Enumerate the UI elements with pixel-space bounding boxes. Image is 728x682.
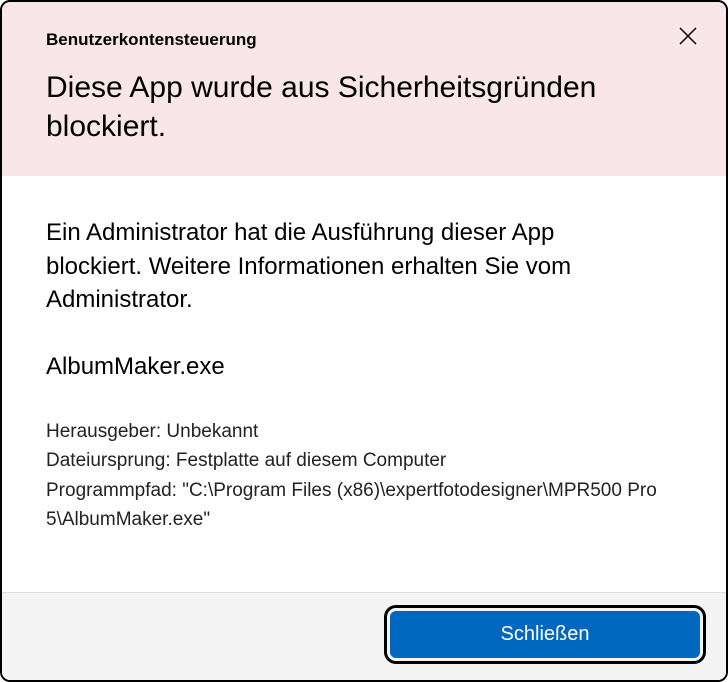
close-button[interactable]: Schließen — [390, 611, 700, 658]
dialog-footer: Schließen — [2, 592, 726, 680]
dialog-headline: Diese App wurde aus Sicherheitsgründen b… — [46, 68, 682, 146]
uac-dialog: Benutzerkontensteuerung Diese App wurde … — [0, 0, 728, 682]
dialog-body: Ein Administrator hat die Ausführung die… — [2, 176, 726, 592]
program-path-line: Programmpfad: "C:\Program Files (x86)\ex… — [46, 476, 682, 535]
dialog-header: Benutzerkontensteuerung Diese App wurde … — [2, 2, 726, 176]
close-icon-button[interactable] — [674, 22, 702, 50]
admin-message: Ein Administrator hat die Ausführung die… — [46, 216, 606, 317]
close-icon — [679, 27, 697, 45]
origin-line: Dateiursprung: Festplatte auf diesem Com… — [46, 446, 682, 475]
publisher-line: Herausgeber: Unbekannt — [46, 417, 682, 446]
uac-label: Benutzerkontensteuerung — [46, 30, 682, 50]
app-name: AlbumMaker.exe — [46, 353, 682, 381]
